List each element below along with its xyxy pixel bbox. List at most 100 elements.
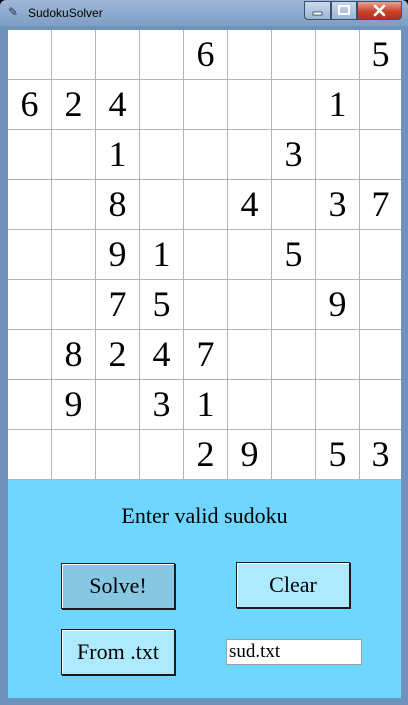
sudoku-cell-r4c1[interactable] bbox=[8, 180, 52, 230]
sudoku-cell-r8c6[interactable] bbox=[228, 380, 272, 430]
sudoku-cell-r3c7[interactable]: 3 bbox=[272, 130, 316, 180]
sudoku-cell-r4c4[interactable] bbox=[140, 180, 184, 230]
sudoku-cell-r1c4[interactable] bbox=[140, 30, 184, 80]
sudoku-cell-r9c2[interactable] bbox=[52, 430, 96, 480]
sudoku-cell-r5c5[interactable] bbox=[184, 230, 228, 280]
sudoku-cell-r3c6[interactable] bbox=[228, 130, 272, 180]
sudoku-cell-r6c1[interactable] bbox=[8, 280, 52, 330]
sudoku-cell-r4c3[interactable]: 8 bbox=[96, 180, 140, 230]
sudoku-cell-r1c1[interactable] bbox=[8, 30, 52, 80]
sudoku-cell-r7c1[interactable] bbox=[8, 330, 52, 380]
solve-button[interactable]: Solve! bbox=[61, 563, 175, 609]
sudoku-cell-r7c8[interactable] bbox=[316, 330, 360, 380]
minimize-button[interactable] bbox=[304, 1, 331, 20]
close-icon bbox=[373, 4, 386, 17]
title-bar[interactable]: ✎ SudokuSolver bbox=[0, 0, 408, 28]
sudoku-cell-r2c9[interactable] bbox=[360, 80, 401, 130]
sudoku-cell-r6c2[interactable] bbox=[52, 280, 96, 330]
sudoku-cell-r4c6[interactable]: 4 bbox=[228, 180, 272, 230]
sudoku-cell-r2c6[interactable] bbox=[228, 80, 272, 130]
sudoku-cell-r6c4[interactable]: 5 bbox=[140, 280, 184, 330]
sudoku-cell-r3c4[interactable] bbox=[140, 130, 184, 180]
sudoku-cell-r6c9[interactable] bbox=[360, 280, 401, 330]
sudoku-cell-r8c2[interactable]: 9 bbox=[52, 380, 96, 430]
load-from-file-button[interactable]: From .txt bbox=[61, 629, 175, 675]
sudoku-cell-r1c3[interactable] bbox=[96, 30, 140, 80]
sudoku-cell-r9c4[interactable] bbox=[140, 430, 184, 480]
sudoku-cell-r1c8[interactable] bbox=[316, 30, 360, 80]
sudoku-cell-r2c2[interactable]: 2 bbox=[52, 80, 96, 130]
sudoku-cell-r6c6[interactable] bbox=[228, 280, 272, 330]
sudoku-cell-r9c5[interactable]: 2 bbox=[184, 430, 228, 480]
sudoku-cell-r4c9[interactable]: 7 bbox=[360, 180, 401, 230]
sudoku-cell-r2c8[interactable]: 1 bbox=[316, 80, 360, 130]
sudoku-cell-r5c3[interactable]: 9 bbox=[96, 230, 140, 280]
sudoku-cell-r5c8[interactable] bbox=[316, 230, 360, 280]
sudoku-cell-r8c8[interactable] bbox=[316, 380, 360, 430]
sudoku-cell-r4c7[interactable] bbox=[272, 180, 316, 230]
sudoku-cell-r6c3[interactable]: 7 bbox=[96, 280, 140, 330]
sudoku-cell-r4c2[interactable] bbox=[52, 180, 96, 230]
sudoku-cell-r5c7[interactable]: 5 bbox=[272, 230, 316, 280]
sudoku-cell-r9c7[interactable] bbox=[272, 430, 316, 480]
app-window: ✎ SudokuSolver 6562411384379157598247931… bbox=[0, 0, 408, 705]
sudoku-cell-r3c2[interactable] bbox=[52, 130, 96, 180]
sudoku-cell-r3c3[interactable]: 1 bbox=[96, 130, 140, 180]
sudoku-cell-r4c5[interactable] bbox=[184, 180, 228, 230]
sudoku-cell-r7c2[interactable]: 8 bbox=[52, 330, 96, 380]
client-area: 65624113843791575982479312953 Enter vali… bbox=[8, 30, 401, 698]
sudoku-cell-r8c4[interactable]: 3 bbox=[140, 380, 184, 430]
sudoku-cell-r5c9[interactable] bbox=[360, 230, 401, 280]
sudoku-cell-r8c1[interactable] bbox=[8, 380, 52, 430]
sudoku-cell-r5c4[interactable]: 1 bbox=[140, 230, 184, 280]
sudoku-cell-r2c1[interactable]: 6 bbox=[8, 80, 52, 130]
sudoku-cell-r1c2[interactable] bbox=[52, 30, 96, 80]
sudoku-cell-r1c5[interactable]: 6 bbox=[184, 30, 228, 80]
sudoku-cell-r9c3[interactable] bbox=[96, 430, 140, 480]
sudoku-cell-r2c5[interactable] bbox=[184, 80, 228, 130]
sudoku-cell-r5c6[interactable] bbox=[228, 230, 272, 280]
sudoku-cell-r7c5[interactable]: 7 bbox=[184, 330, 228, 380]
sudoku-cell-r8c3[interactable] bbox=[96, 380, 140, 430]
sudoku-cell-r3c5[interactable] bbox=[184, 130, 228, 180]
sudoku-cell-r7c7[interactable] bbox=[272, 330, 316, 380]
sudoku-cell-r5c2[interactable] bbox=[52, 230, 96, 280]
sudoku-cell-r6c8[interactable]: 9 bbox=[316, 280, 360, 330]
sudoku-cell-r9c8[interactable]: 5 bbox=[316, 430, 360, 480]
minimize-icon bbox=[312, 11, 323, 16]
sudoku-cell-r3c8[interactable] bbox=[316, 130, 360, 180]
sudoku-cell-r3c1[interactable] bbox=[8, 130, 52, 180]
close-button[interactable] bbox=[357, 1, 402, 20]
maximize-icon bbox=[338, 5, 350, 15]
maximize-button[interactable] bbox=[331, 1, 357, 20]
sudoku-cell-r1c7[interactable] bbox=[272, 30, 316, 80]
sudoku-cell-r5c1[interactable] bbox=[8, 230, 52, 280]
sudoku-cell-r7c9[interactable] bbox=[360, 330, 401, 380]
control-panel: Enter valid sudoku Solve! Clear From .tx… bbox=[8, 480, 401, 698]
sudoku-cell-r3c9[interactable] bbox=[360, 130, 401, 180]
sudoku-cell-r1c6[interactable] bbox=[228, 30, 272, 80]
sudoku-cell-r8c7[interactable] bbox=[272, 380, 316, 430]
sudoku-grid: 65624113843791575982479312953 bbox=[8, 30, 401, 480]
sudoku-cell-r7c4[interactable]: 4 bbox=[140, 330, 184, 380]
status-label: Enter valid sudoku bbox=[121, 503, 288, 528]
sudoku-cell-r7c3[interactable]: 2 bbox=[96, 330, 140, 380]
sudoku-cell-r2c4[interactable] bbox=[140, 80, 184, 130]
feather-icon: ✎ bbox=[7, 5, 19, 19]
sudoku-cell-r8c5[interactable]: 1 bbox=[184, 380, 228, 430]
sudoku-cell-r6c7[interactable] bbox=[272, 280, 316, 330]
sudoku-cell-r2c7[interactable] bbox=[272, 80, 316, 130]
clear-button[interactable]: Clear bbox=[236, 562, 350, 608]
window-title: SudokuSolver bbox=[28, 6, 103, 20]
sudoku-cell-r1c9[interactable]: 5 bbox=[360, 30, 401, 80]
sudoku-cell-r7c6[interactable] bbox=[228, 330, 272, 380]
sudoku-cell-r9c1[interactable] bbox=[8, 430, 52, 480]
file-name-input[interactable] bbox=[226, 639, 362, 665]
sudoku-cell-r8c9[interactable] bbox=[360, 380, 401, 430]
window-frame-bottom bbox=[0, 698, 408, 705]
sudoku-cell-r9c9[interactable]: 3 bbox=[360, 430, 401, 480]
sudoku-cell-r2c3[interactable]: 4 bbox=[96, 80, 140, 130]
sudoku-cell-r6c5[interactable] bbox=[184, 280, 228, 330]
sudoku-cell-r4c8[interactable]: 3 bbox=[316, 180, 360, 230]
sudoku-cell-r9c6[interactable]: 9 bbox=[228, 430, 272, 480]
